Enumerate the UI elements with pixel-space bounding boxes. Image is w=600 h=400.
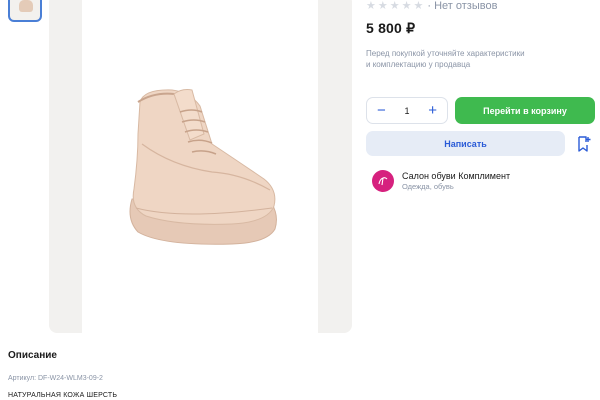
seller-info: Салон обуви Комплимент Одежда, обувь — [402, 171, 510, 192]
shoe-logo-icon — [378, 177, 388, 186]
rating-stars: ★ ★ ★ ★ ★ — [366, 0, 424, 12]
purchase-note: Перед покупкой уточняйте характеристики … — [366, 48, 566, 70]
boot-photo-icon — [129, 89, 277, 245]
gallery-thumbnail[interactable] — [8, 0, 42, 22]
product-sku: Артикул: DF-W24-WLM3-09-2 — [8, 375, 103, 382]
product-price: 5 800 ₽ — [366, 20, 416, 36]
boot-thumbnail-icon — [19, 0, 33, 12]
write-seller-button[interactable]: Написать — [366, 131, 565, 156]
rating-summary[interactable]: ★ ★ ★ ★ ★ · Нет отзывов — [366, 0, 497, 12]
seller-name[interactable]: Салон обуви Комплимент — [402, 171, 510, 182]
product-page: ★ ★ ★ ★ ★ · Нет отзывов 5 800 ₽ Перед по… — [0, 0, 600, 400]
increment-button[interactable]: + — [428, 103, 437, 118]
star-icon: ★ — [401, 0, 412, 12]
quantity-stepper: − 1 + — [366, 97, 448, 124]
purchase-note-line: Перед покупкой уточняйте характеристики — [366, 49, 525, 58]
purchase-note-line: и комплектацию у продавца — [366, 60, 471, 69]
seller-card[interactable]: Салон обуви Комплимент Одежда, обувь — [372, 170, 510, 192]
star-icon: ★ — [413, 0, 424, 12]
star-icon: ★ — [389, 0, 400, 12]
quantity-value[interactable]: 1 — [404, 106, 409, 116]
product-material: НАТУРАЛЬНАЯ КОЖА ШЕРСТЬ — [8, 392, 118, 399]
bookmark-add-icon[interactable] — [572, 131, 595, 156]
seller-avatar[interactable] — [372, 170, 394, 192]
go-to-cart-button[interactable]: Перейти в корзину — [455, 97, 595, 124]
star-icon: ★ — [366, 0, 376, 12]
decrement-button[interactable]: − — [377, 103, 386, 118]
star-icon: ★ — [377, 0, 388, 12]
reviews-count[interactable]: · Нет отзывов — [427, 0, 497, 12]
seller-category: Одежда, обувь — [402, 181, 454, 191]
description-title: Описание — [8, 350, 57, 361]
product-photo[interactable] — [82, 0, 318, 333]
